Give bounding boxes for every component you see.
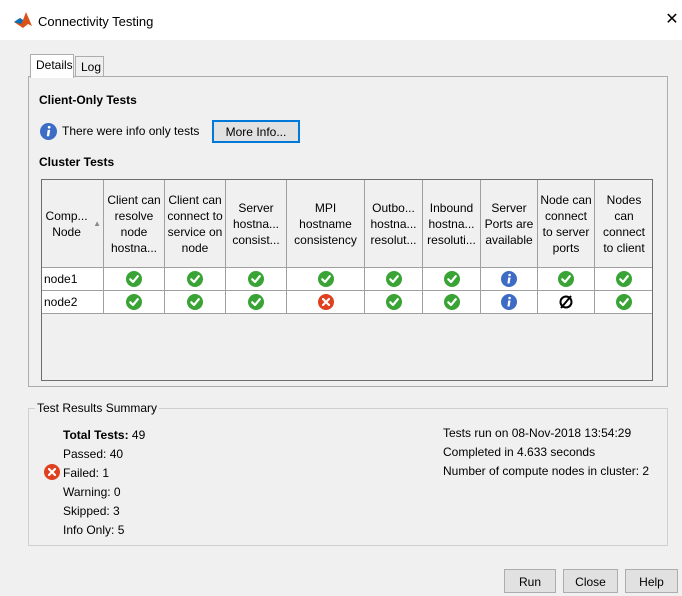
sort-arrow-icon: ▲ (93, 218, 101, 228)
table-row[interactable]: node1 (42, 268, 652, 291)
cluster-tests-heading: Cluster Tests (39, 155, 115, 169)
matlab-logo-icon (14, 12, 32, 28)
total-tests-value: 49 (131, 428, 146, 442)
close-button[interactable]: Close (563, 569, 618, 593)
column-header[interactable]: Inbound hostna... resoluti... (423, 180, 481, 268)
check-circle-icon (126, 294, 142, 310)
completed-in: Completed in 4.633 seconds (443, 445, 596, 459)
tab-log[interactable]: Log (75, 56, 104, 78)
title-bar: Connectivity Testing ✕ (0, 0, 682, 40)
column-header[interactable]: Node can connect to server ports (538, 180, 595, 268)
total-tests-label: Total Tests: (63, 428, 129, 442)
info-only-text: There were info only tests (62, 124, 200, 138)
x-circle-icon (317, 294, 334, 310)
result-cell (287, 268, 365, 291)
column-header[interactable]: Nodes can connect to client (595, 180, 652, 268)
passed-count: Passed: 40 (63, 447, 124, 461)
cluster-tests-table[interactable]: Comp... Node ▲ Client can resolve node ho… (41, 179, 653, 381)
node-name-cell: node1 (42, 268, 104, 291)
warning-count: Warning: 0 (63, 485, 121, 499)
info-circle-icon (501, 271, 517, 287)
result-cell (481, 291, 538, 314)
result-cell (423, 291, 481, 314)
check-circle-icon (317, 271, 334, 287)
check-circle-icon (187, 294, 203, 310)
result-cell (595, 268, 652, 291)
table-row[interactable]: node2 (42, 291, 652, 314)
close-window-icon[interactable]: ✕ (662, 10, 682, 30)
result-cell (226, 268, 287, 291)
skipped-count: Skipped: 3 (63, 504, 120, 518)
column-header-node[interactable]: Comp... Node ▲ (42, 180, 104, 268)
check-circle-icon (616, 294, 632, 310)
result-cell (165, 268, 226, 291)
summary-counts: Total Tests: 49 Passed: 40 Failed: 1 War… (63, 426, 145, 540)
result-cell (538, 291, 595, 314)
result-cell (104, 291, 165, 314)
result-cell (165, 291, 226, 314)
client-only-heading: Client-Only Tests (39, 93, 137, 107)
result-cell (226, 291, 287, 314)
summary-title: Test Results Summary (35, 401, 160, 415)
result-cell (104, 268, 165, 291)
run-button[interactable]: Run (504, 569, 556, 593)
result-cell (287, 291, 365, 314)
result-cell (595, 291, 652, 314)
check-circle-icon (187, 271, 203, 287)
check-circle-icon (385, 294, 402, 310)
tests-run-on: Tests run on 08-Nov-2018 13:54:29 (443, 426, 632, 440)
summary-run-info: Tests run on 08-Nov-2018 13:54:29 Comple… (443, 424, 649, 481)
check-circle-icon (385, 271, 402, 287)
result-cell (365, 291, 423, 314)
column-header[interactable]: Client can resolve node hostna... (104, 180, 165, 268)
result-cell (538, 268, 595, 291)
info-only-count: Info Only: 5 (63, 523, 125, 537)
window-title: Connectivity Testing (38, 14, 154, 29)
tab-details[interactable]: Details (30, 54, 74, 78)
check-circle-icon (248, 294, 264, 310)
column-header[interactable]: Client can connect to service on node (165, 180, 226, 268)
test-results-summary: Test Results Summary Total Tests: 49 Pas… (28, 401, 668, 546)
column-header[interactable]: Outbo... hostna... resolut... (365, 180, 423, 268)
table-header-row: Comp... Node ▲ Client can resolve node ho… (42, 180, 652, 268)
node-name-cell: node2 (42, 291, 104, 314)
help-button[interactable]: Help (625, 569, 678, 593)
check-circle-icon (443, 294, 460, 310)
compute-nodes-count: Number of compute nodes in cluster: 2 (443, 464, 650, 478)
info-circle-icon (501, 294, 517, 310)
info-circle-icon (40, 123, 57, 140)
null-set-icon (559, 295, 573, 309)
check-circle-icon (443, 271, 460, 287)
x-circle-icon (44, 464, 60, 480)
column-header[interactable]: Server hostna... consist... (226, 180, 287, 268)
result-cell (423, 268, 481, 291)
failed-count: Failed: 1 (63, 466, 110, 480)
check-circle-icon (126, 271, 142, 287)
column-header[interactable]: MPI hostname consistency (287, 180, 365, 268)
column-header[interactable]: Server Ports are available (481, 180, 538, 268)
result-cell (481, 268, 538, 291)
result-cell (365, 268, 423, 291)
more-info-button[interactable]: More Info... (212, 120, 300, 143)
check-circle-icon (558, 271, 574, 287)
check-circle-icon (616, 271, 632, 287)
check-circle-icon (248, 271, 264, 287)
details-panel: Client-Only Tests There were info only t… (28, 76, 668, 387)
